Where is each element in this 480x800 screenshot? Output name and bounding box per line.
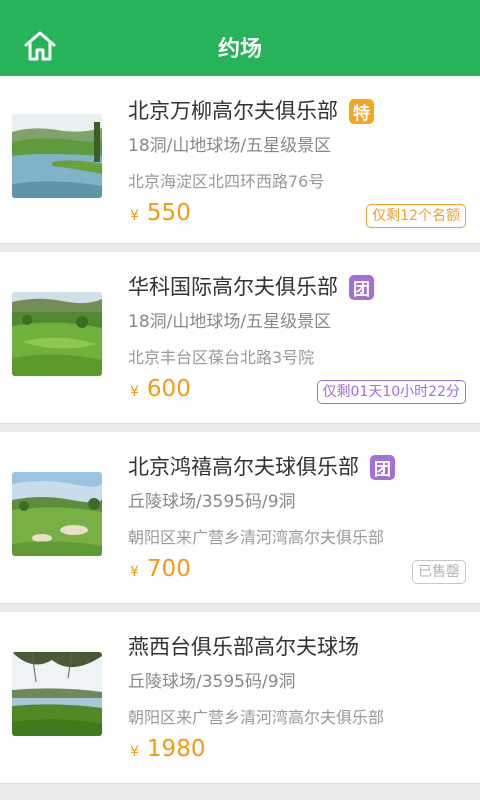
price-amount: 1980 xyxy=(146,736,206,762)
club-card[interactable]: 华科国际高尔夫俱乐部 团 18洞/山地球场/五星级景区 北京丰台区葆台北路3号院… xyxy=(0,252,480,424)
page-title: 约场 xyxy=(217,37,262,62)
club-name: 华科国际高尔夫俱乐部 xyxy=(128,275,338,299)
club-info: 丘陵球场/3595码/9洞 xyxy=(128,492,296,512)
club-thumbnail xyxy=(12,114,102,198)
club-info: 18洞/山地球场/五星级景区 xyxy=(128,312,332,332)
price-amount: 600 xyxy=(146,376,191,402)
club-address: 北京丰台区葆台北路3号院 xyxy=(128,348,315,367)
club-name: 燕西台俱乐部高尔夫球场 xyxy=(128,635,359,659)
group-tag: 团 xyxy=(349,274,374,300)
sold-out-badge: 已售罄 xyxy=(412,560,466,584)
club-price: ¥ 600 xyxy=(130,376,191,402)
countdown-badge: 仅剩01天10小时22分 xyxy=(316,380,466,404)
club-price: ¥ 550 xyxy=(130,200,191,226)
club-card[interactable]: 北京鸿禧高尔夫球俱乐部 团 丘陵球场/3595码/9洞 朝阳区来广营乡清河湾高尔… xyxy=(0,432,480,604)
club-card[interactable]: 北京万柳高尔夫俱乐部 特 18洞/山地球场/五星级景区 北京海淀区北四环西路76… xyxy=(0,76,480,244)
price-amount: 700 xyxy=(146,556,191,582)
club-address: 朝阳区来广营乡清河湾高尔夫俱乐部 xyxy=(128,528,385,547)
club-price: ¥ 1980 xyxy=(130,736,205,762)
club-name: 北京万柳高尔夫俱乐部 xyxy=(128,99,338,123)
club-card[interactable]: 燕西台俱乐部高尔夫球场 丘陵球场/3595码/9洞 朝阳区来广营乡清河湾高尔夫俱… xyxy=(0,612,480,784)
club-thumbnail xyxy=(12,292,102,376)
currency-symbol: ¥ xyxy=(130,208,139,224)
currency-symbol: ¥ xyxy=(130,384,139,400)
quota-badge: 仅剩12个名额 xyxy=(366,204,466,228)
currency-symbol: ¥ xyxy=(130,744,139,760)
special-tag: 特 xyxy=(349,98,374,124)
club-address: 朝阳区来广营乡清河湾高尔夫俱乐部 xyxy=(128,708,385,727)
club-info: 丘陵球场/3595码/9洞 xyxy=(128,672,296,692)
club-thumbnail xyxy=(12,652,102,736)
club-price: ¥ 700 xyxy=(130,556,191,582)
club-list: 北京万柳高尔夫俱乐部 特 18洞/山地球场/五星级景区 北京海淀区北四环西路76… xyxy=(0,76,480,784)
price-amount: 550 xyxy=(146,200,191,226)
club-name: 北京鸿禧高尔夫球俱乐部 xyxy=(128,455,359,479)
currency-symbol: ¥ xyxy=(130,564,139,580)
club-info: 18洞/山地球场/五星级景区 xyxy=(128,136,332,156)
app-header: 约场 xyxy=(0,0,480,76)
club-address: 北京海淀区北四环西路76号 xyxy=(128,172,325,191)
club-thumbnail xyxy=(12,472,102,556)
group-tag: 团 xyxy=(370,454,395,480)
